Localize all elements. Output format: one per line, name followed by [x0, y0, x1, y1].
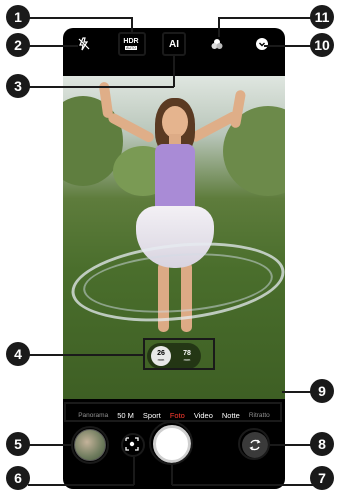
callout-line-11 — [218, 17, 220, 37]
callout-line-10 — [264, 45, 315, 47]
flash-off-icon[interactable] — [76, 36, 92, 52]
callout-line-3 — [173, 56, 175, 87]
callout-line-2 — [28, 45, 78, 47]
callout-8: 8 — [310, 432, 334, 456]
highlight-zoom — [143, 338, 215, 370]
highlight-ai — [162, 32, 186, 56]
callout-2: 2 — [6, 33, 30, 57]
callout-10: 10 — [310, 33, 334, 57]
callout-line-1 — [131, 17, 133, 32]
callout-9: 9 — [310, 379, 334, 403]
callout-line-1 — [20, 17, 132, 19]
callout-7: 7 — [310, 466, 334, 490]
highlight-lens — [121, 433, 145, 457]
callout-line-7 — [172, 484, 315, 486]
callout-line-11 — [218, 17, 315, 19]
callout-line-6 — [28, 484, 134, 486]
highlight-modes — [64, 402, 282, 422]
callout-line-8 — [270, 444, 315, 446]
callout-6: 6 — [6, 466, 30, 490]
highlight-shutter — [149, 421, 193, 465]
highlight-switch-camera — [238, 428, 270, 460]
subject-top — [155, 144, 195, 210]
more-settings-button[interactable] — [255, 37, 269, 51]
callout-line-5 — [28, 444, 71, 446]
chevron-down-icon — [256, 38, 268, 50]
callout-line-7 — [171, 465, 173, 485]
callout-5: 5 — [6, 432, 30, 456]
callout-3: 3 — [6, 74, 30, 98]
callout-line-4 — [28, 354, 143, 356]
callout-1: 1 — [6, 5, 30, 29]
callout-line-3 — [28, 86, 174, 88]
callout-line-6 — [133, 457, 135, 485]
filters-icon[interactable] — [209, 36, 225, 52]
highlight-gallery — [71, 426, 109, 464]
callout-4: 4 — [6, 342, 30, 366]
callout-11: 11 — [310, 5, 334, 29]
highlight-hdr — [118, 32, 146, 56]
